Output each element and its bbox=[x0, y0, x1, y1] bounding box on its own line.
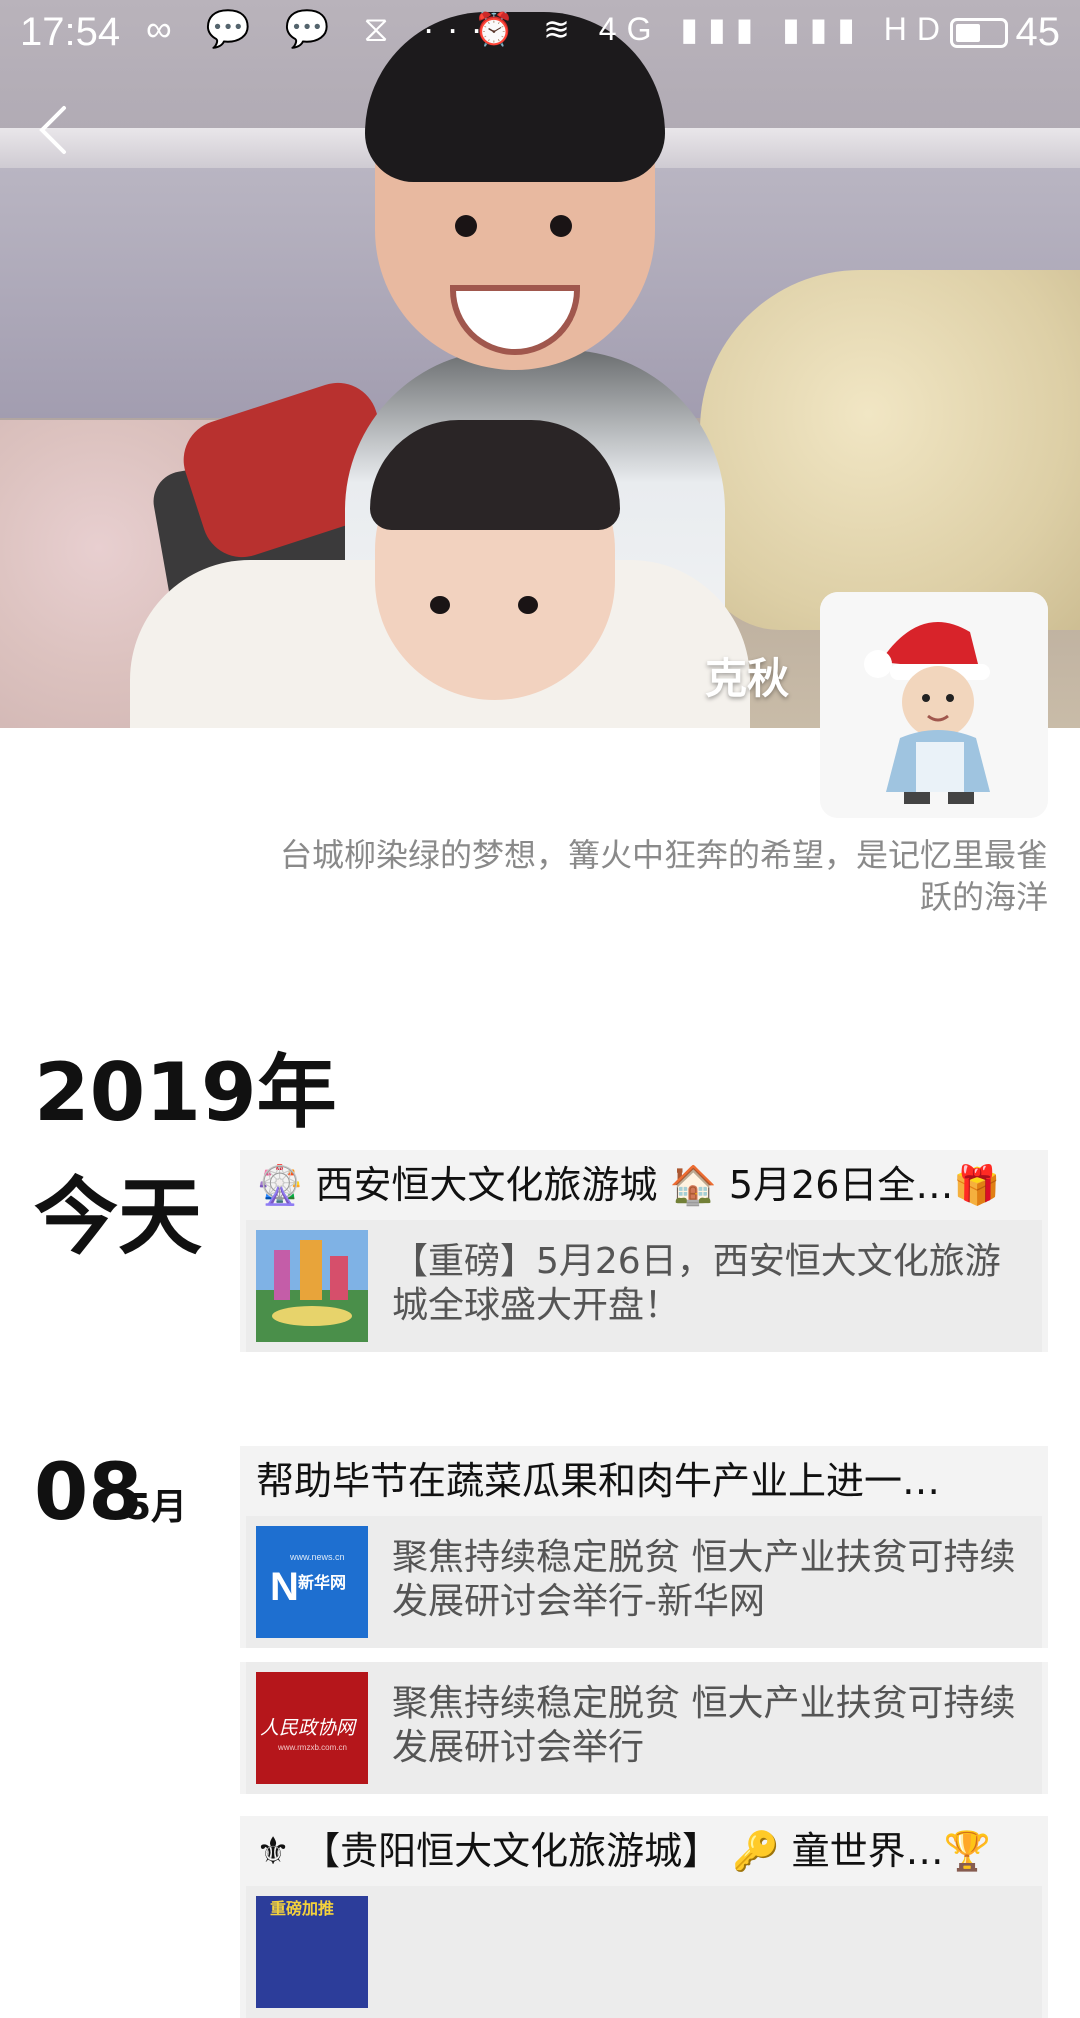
post-card[interactable]: ⚜ 【贵阳恒大文化旅游城】 🔑 童世界…🏆 重磅加推 bbox=[240, 1816, 1048, 2018]
rmzxb-logo-thumbnail: 人民政协网 www.rmzxb.com.cn bbox=[256, 1672, 368, 1784]
system-icons: ⏰ ≋ 4G ▮▮▮ ▮▮▮ HD bbox=[474, 11, 950, 47]
avatar-cartoon-icon bbox=[820, 592, 1048, 818]
date-label-today: 今天 bbox=[34, 1168, 203, 1266]
link-thumbnail: 重磅加推 bbox=[256, 1896, 368, 2008]
status-bar: 17:54 ∞ 💬 💬 ⧖ ··· ⏰ ≋ 4G ▮▮▮ ▮▮▮ HD 45 bbox=[0, 0, 1080, 66]
shared-link[interactable]: N 新华网 www.news.cn 聚焦持续稳定脱贫 恒大产业扶贫可持续发展研讨… bbox=[246, 1516, 1042, 1648]
svg-text:N: N bbox=[270, 1565, 299, 1609]
shared-link[interactable]: 人民政协网 www.rmzxb.com.cn 聚焦持续稳定脱贫 恒大产业扶贫可持… bbox=[246, 1662, 1042, 1794]
timeline-year: 2019年 bbox=[34, 1046, 337, 1139]
profile-name: 克秋 bbox=[705, 654, 790, 703]
link-thumbnail bbox=[256, 1230, 368, 1342]
battery-level: 45 bbox=[1015, 10, 1061, 54]
post-title: ⚜ 【贵阳恒大文化旅游城】 🔑 童世界…🏆 bbox=[256, 1829, 991, 1873]
post-card[interactable]: 帮助毕节在蔬菜瓜果和肉牛产业上进一… N 新华网 www.news.cn 聚焦持… bbox=[240, 1446, 1048, 1794]
svg-text:重磅加推: 重磅加推 bbox=[270, 1899, 334, 1918]
post-title: 🎡 西安恒大文化旅游城 🏠 5月26日全…🎁 bbox=[256, 1163, 1001, 1207]
link-text: 聚焦持续稳定脱贫 恒大产业扶贫可持续发展研讨会举行-新华网 bbox=[392, 1537, 1016, 1622]
battery-icon bbox=[950, 18, 1008, 48]
link-text: 聚焦持续稳定脱贫 恒大产业扶贫可持续发展研讨会举行 bbox=[392, 1683, 1016, 1768]
svg-text:www.rmzxb.com.cn: www.rmzxb.com.cn bbox=[277, 1743, 347, 1752]
shared-link[interactable]: 重磅加推 bbox=[246, 1886, 1042, 2018]
shared-link[interactable]: 【重磅】5月26日，西安恒大文化旅游城全球盛大开盘！ bbox=[246, 1220, 1042, 1352]
svg-text:新华网: 新华网 bbox=[298, 1573, 346, 1592]
avatar[interactable] bbox=[820, 592, 1048, 818]
svg-text:人民政协网: 人民政协网 bbox=[260, 1717, 358, 1739]
profile-signature: 台城柳染绿的梦想，篝火中狂奔的希望，是记忆里最雀跃的海洋 bbox=[279, 836, 1048, 916]
xinhua-logo-thumbnail: N 新华网 www.news.cn bbox=[256, 1526, 368, 1638]
status-time: 17:54 bbox=[20, 10, 121, 54]
notification-icons: ∞ 💬 💬 ⧖ ··· bbox=[146, 8, 495, 49]
svg-text:www.news.cn: www.news.cn bbox=[289, 1552, 345, 1562]
post-title: 帮助毕节在蔬菜瓜果和肉牛产业上进一… bbox=[256, 1459, 941, 1503]
date-month: 5月 bbox=[126, 1487, 188, 1528]
post-card[interactable]: 🎡 西安恒大文化旅游城 🏠 5月26日全…🎁 【重磅】5月26日，西安恒大文化旅… bbox=[240, 1150, 1048, 1352]
link-text: 【重磅】5月26日，西安恒大文化旅游城全球盛大开盘！ bbox=[392, 1241, 1001, 1326]
chevron-left-icon bbox=[39, 106, 66, 154]
back-button[interactable] bbox=[30, 100, 80, 160]
